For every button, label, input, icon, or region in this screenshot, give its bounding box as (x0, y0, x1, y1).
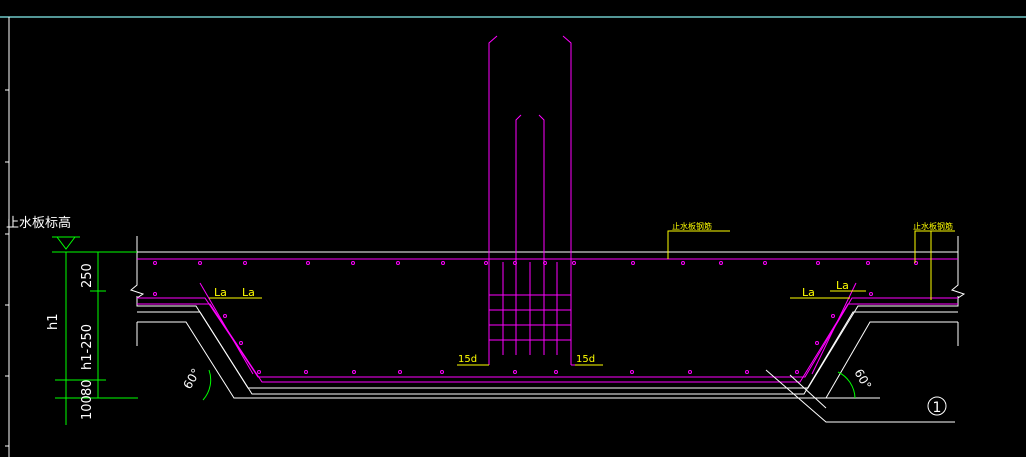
dim-cushion: 80 (80, 379, 95, 396)
waterstop-rebar-label-2: 止水板钢筋 (913, 221, 953, 231)
pit-section-drawing: 止水板标高 h1 250 h1-250 80 100 La La La La 1… (0, 16, 1026, 457)
rebar (137, 35, 958, 383)
drawing-frame (0, 16, 1026, 457)
anchor-right-1: La (802, 286, 815, 299)
anchor-left-1: La (214, 286, 227, 299)
dim-overall: h1 (46, 313, 61, 330)
waterstop-elevation-label: 止水板标高 (6, 215, 71, 231)
waterstop-rebar-label-1: 止水板钢筋 (672, 221, 712, 231)
angle-arcs (202, 369, 856, 401)
dim-upper: 250 (80, 263, 95, 288)
anchor-right-2: La (836, 279, 849, 292)
anchor-left-2: La (242, 286, 255, 299)
dimension-lines (52, 236, 138, 425)
dim-middle: h1-250 (80, 324, 95, 370)
angle-left-label: 60° (180, 366, 203, 391)
angle-right-label: 60° (851, 367, 874, 392)
dim-blinding: 100 (80, 395, 95, 420)
rebar-dots (153, 261, 918, 374)
leaders (209, 230, 955, 366)
hook-left-label: 15d (458, 354, 477, 365)
annotations: 止水板标高 h1 250 h1-250 80 100 La La La La 1… (6, 215, 953, 420)
callout-number: 1 (933, 400, 942, 416)
hook-right-label: 15d (576, 354, 595, 365)
